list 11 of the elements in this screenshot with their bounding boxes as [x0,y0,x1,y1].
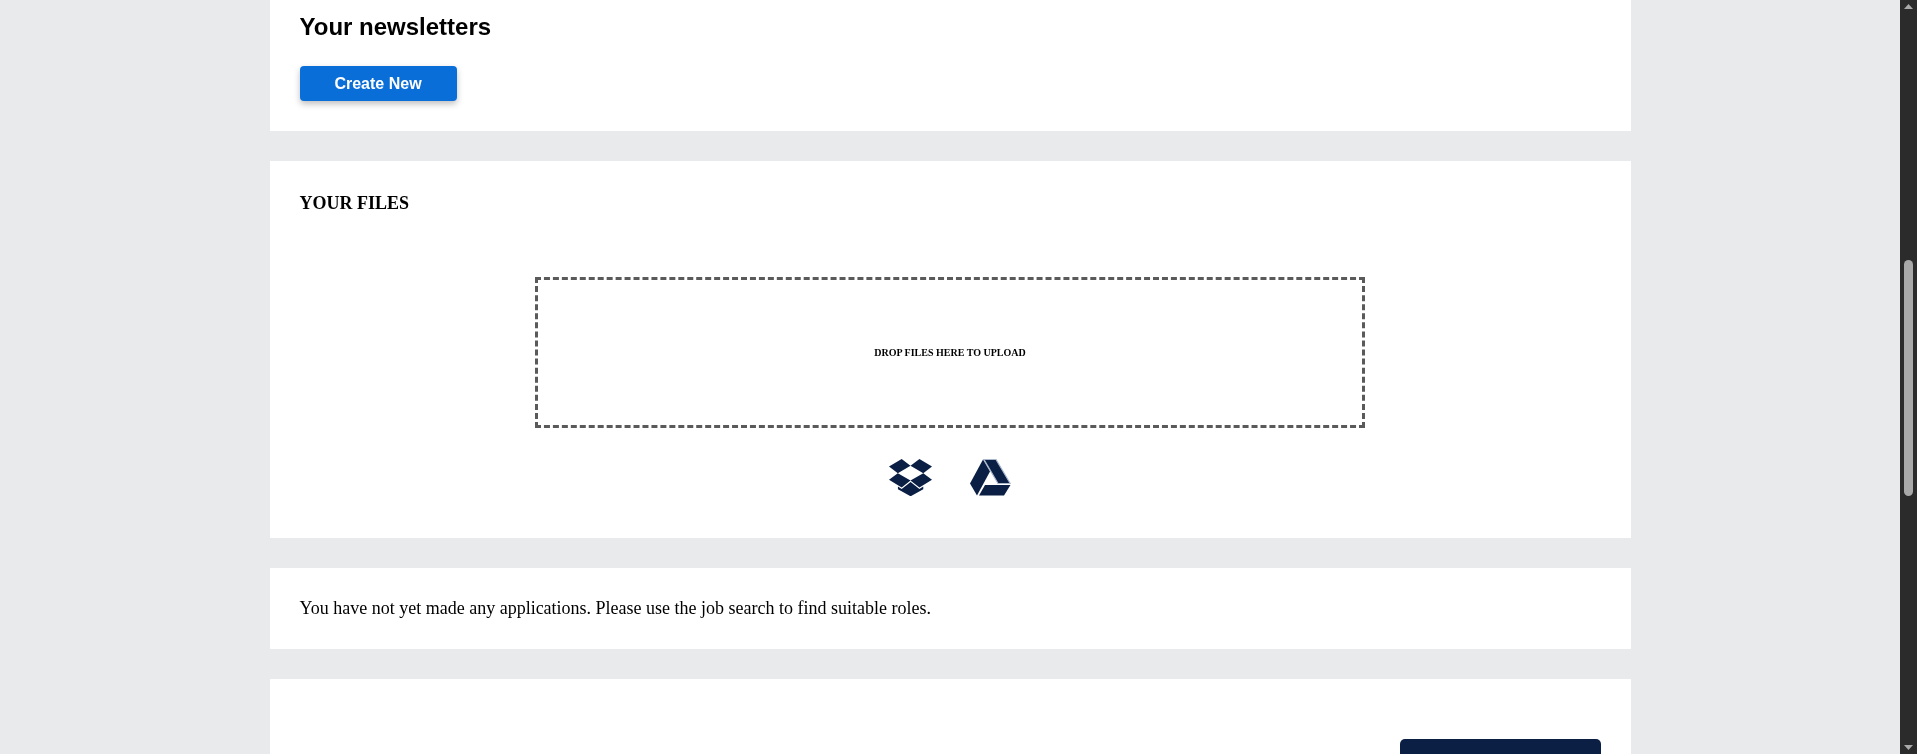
scroll-down-icon[interactable] [1904,745,1913,750]
scroll-up-icon[interactable] [1904,4,1913,9]
create-new-button[interactable]: Create New [299,66,457,101]
empty-applications-message: You have not yet made any applications. Please use the job search to find suitable roles. [299,597,932,620]
triangle-logo-icon[interactable] [970,459,1011,496]
section-title: YOUR FILES [299,192,410,215]
scrollbar-track[interactable] [1900,0,1917,754]
diamond-tiles-icon[interactable] [889,459,932,496]
section-title: Your newsletters [299,12,492,42]
drop-zone[interactable]: DROP FILES HERE TO UPLOAD [535,277,1365,428]
scrollbar-thumb[interactable] [1904,260,1913,496]
